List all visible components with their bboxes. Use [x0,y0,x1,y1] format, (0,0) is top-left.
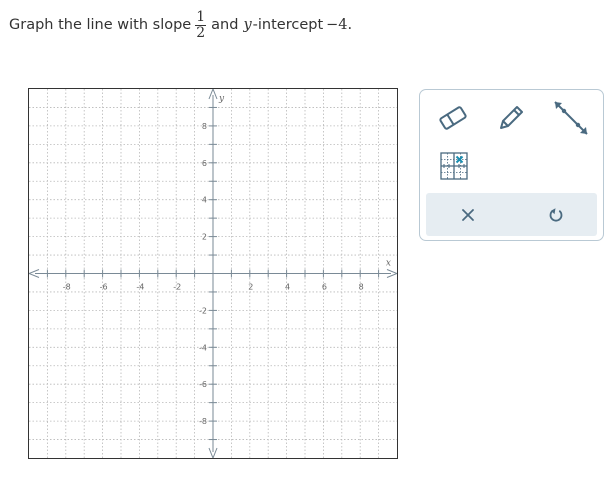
pencil-icon [500,106,523,129]
line-tool[interactable] [551,98,591,138]
y-tick-label: -8 [199,417,207,426]
y-tick-label: 4 [202,196,207,205]
x-icon [462,208,474,221]
x-axis-label: x [386,259,391,269]
y-axis-label: y [218,94,225,104]
problem-statement: Graph the line with slope 1 2 and y -int… [9,4,352,46]
prompt-text-middle: and [211,17,239,33]
undo-icon [549,207,563,222]
line-tool-icon [554,101,588,135]
point-grid-icon [440,152,468,180]
point-tool[interactable] [434,146,474,186]
x-tick-label: -6 [100,283,108,292]
y-tick-label: 8 [202,122,207,131]
slope-fraction: 1 2 [195,8,207,41]
x-tick-label: 8 [359,283,364,292]
x-tick-label: -8 [63,283,71,292]
prompt-variable: y [243,17,252,33]
graph-area[interactable]: -8 -6 -4 -2 2 4 6 8 8 6 4 2 -2 -4 -6 -8 x y [28,88,398,459]
slope-denominator: 2 [196,24,206,41]
x-tick-label: 2 [248,283,253,292]
y-tick-label: -4 [199,343,207,352]
eraser-icon [439,106,467,130]
y-tick-label: 2 [202,233,207,242]
x-tick-label: 4 [285,283,290,292]
clear-button[interactable] [438,193,498,236]
prompt-text-end: -intercept [252,17,324,33]
slope-numerator: 1 [195,8,207,26]
action-bar [426,193,597,236]
prompt-text-start: Graph the line with slope [9,17,192,33]
x-tick-label: -2 [173,283,181,292]
y-tick-label: 6 [202,159,207,168]
graphing-toolbar [419,89,604,241]
pencil-tool[interactable] [491,98,531,138]
x-tick-label: -4 [136,283,144,292]
intercept-value: −4. [326,17,353,33]
undo-button[interactable] [526,193,586,236]
coordinate-plane[interactable]: -8 -6 -4 -2 2 4 6 8 8 6 4 2 -2 -4 -6 -8 x y [29,89,397,458]
x-tick-label: 6 [322,283,327,292]
eraser-tool[interactable] [433,98,473,138]
y-tick-label: -6 [199,380,207,389]
y-tick-label: -2 [199,306,207,315]
